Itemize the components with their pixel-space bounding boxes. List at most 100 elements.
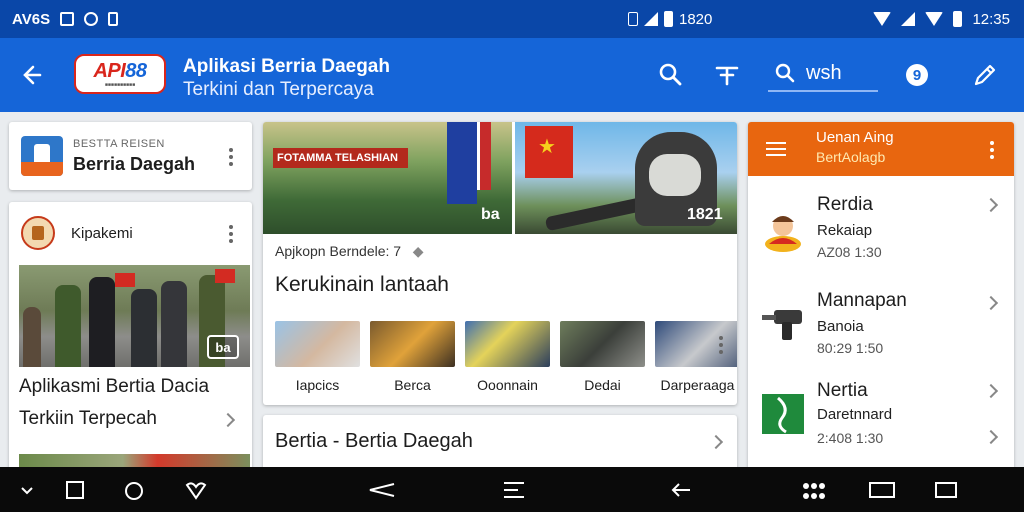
- list-item-time: AZ08 1:30: [817, 244, 882, 260]
- edit-pencil-icon[interactable]: [970, 60, 1000, 90]
- news-source-card[interactable]: BESTTA REISEN Berria Daegah: [9, 122, 252, 190]
- chevron-right-icon[interactable]: [220, 412, 236, 428]
- thumbnail-image: [560, 321, 645, 367]
- thumbnail-image: [275, 321, 360, 367]
- thumbnail-item[interactable]: Ooonnain: [465, 321, 550, 393]
- list-item[interactable]: Mannapan Banoia 80:29 1:50: [748, 280, 1014, 372]
- help-button[interactable]: 9: [902, 60, 932, 90]
- hero-image-right[interactable]: 1821: [515, 122, 737, 234]
- more-options-icon[interactable]: [228, 225, 234, 243]
- list-item-subtitle: Rekaiap: [817, 222, 873, 239]
- status-left-text: AV6S: [12, 10, 51, 28]
- feature-card[interactable]: Kipakemi ba Aplikasmi Bertia Dacia Terki…: [9, 202, 252, 472]
- status-bar: AV6S 1820 12:35: [0, 0, 1024, 38]
- more-options-icon[interactable]: [228, 148, 234, 166]
- chevron-right-icon[interactable]: [708, 434, 724, 450]
- logo-text-a: API: [93, 60, 126, 82]
- thumbnail-image: [465, 321, 550, 367]
- hero-right-tag: 1821: [687, 206, 723, 223]
- status-middle-text: 1820: [679, 10, 713, 28]
- thumbnail-label: Ooonnain: [477, 377, 538, 393]
- news-app-icon: [21, 136, 63, 176]
- status-time: 12:35: [972, 10, 1010, 28]
- battery-icon: [953, 11, 963, 27]
- side-panel: Uenan Aing BertAolagb Rerdia Rekaiap AZ0…: [748, 122, 1014, 470]
- hero-banner-text: FOTAMMA TELASHIAN: [273, 148, 408, 168]
- filter-icon[interactable]: [712, 60, 742, 90]
- organization-name: Kipakemi: [71, 225, 133, 242]
- side-panel-header: Uenan Aing BertAolagb: [748, 122, 1014, 176]
- search-field[interactable]: wsh: [768, 56, 878, 92]
- person-icon: [765, 216, 801, 252]
- bluetooth-icon: [628, 12, 638, 26]
- robot-face: [649, 154, 701, 196]
- back-arrow-icon[interactable]: [18, 60, 48, 90]
- chevron-right-icon[interactable]: [983, 295, 999, 311]
- share-icon[interactable]: ◆: [405, 243, 424, 259]
- back-arrow-icon[interactable]: [670, 481, 692, 499]
- side-header-line1: Uenan Aing: [816, 129, 894, 146]
- logo-text-b: 88: [125, 60, 147, 82]
- assistant-icon[interactable]: [122, 481, 146, 501]
- search-icon[interactable]: [656, 60, 686, 90]
- section-link-title: Bertia - Bertia Daegah: [275, 430, 473, 452]
- thumbnail-image: [655, 321, 737, 367]
- main-news-card[interactable]: FOTAMMA TELASHIAN ba 1821 Apjkopn Bernde…: [263, 122, 737, 405]
- hero-image-left[interactable]: FOTAMMA TELASHIAN ba: [263, 122, 512, 234]
- wifi-icon: [925, 12, 944, 26]
- list-item-subtitle: Daretnnard: [817, 406, 893, 423]
- settings-icon: [84, 12, 99, 26]
- heart-icon[interactable]: [184, 481, 208, 501]
- flag-vietnam: [525, 126, 573, 178]
- chevron-right-icon[interactable]: [983, 197, 999, 213]
- apps-grid-icon[interactable]: [800, 481, 828, 501]
- overview-icon[interactable]: [868, 481, 896, 499]
- app-logo[interactable]: API88 ■■■■■■■■■■: [74, 54, 166, 94]
- signal-icon: [644, 12, 658, 26]
- list-item[interactable]: Rerdia Rekaiap AZ08 1:30: [748, 184, 1014, 276]
- thumbnail-item[interactable]: Iapcics: [275, 321, 360, 393]
- home-icon[interactable]: [502, 481, 526, 499]
- window-icon[interactable]: [934, 481, 958, 499]
- hero-left-tag: ba: [481, 206, 500, 223]
- help-icon: 9: [906, 64, 928, 86]
- news-card-title: Berria Daegah: [73, 154, 196, 174]
- article-source-text: Apjkopn Berndele: 7: [275, 243, 402, 259]
- more-options-icon[interactable]: [718, 336, 724, 354]
- menu-icon[interactable]: [766, 142, 786, 156]
- news-card-subtitle: BESTTA REISEN: [73, 138, 165, 150]
- back-triangle-icon[interactable]: [368, 481, 396, 499]
- list-item-time: 80:29 1:50: [817, 340, 884, 356]
- list-item[interactable]: Nertia Daretnnard 2:408 1:30: [748, 372, 1014, 464]
- drill-icon: [762, 310, 802, 340]
- chevron-right-icon[interactable]: [983, 383, 999, 399]
- thumbnail-label: Iapcics: [295, 377, 340, 393]
- thumbnail-image: [370, 321, 455, 367]
- list-item-title: Rerdia: [817, 194, 873, 215]
- battery-icon: [664, 11, 673, 27]
- signal-icon: [901, 12, 916, 26]
- app-subtitle: Terkini dan Terpercaya: [183, 79, 374, 100]
- article-headline[interactable]: Kerukinain lantaah: [275, 273, 449, 297]
- chevron-right-icon[interactable]: [983, 429, 999, 445]
- list-item-subtitle: Banoia: [817, 318, 864, 335]
- thumbnail-label: Berca: [394, 377, 431, 393]
- list-item-time: 2:408 1:30: [817, 430, 884, 446]
- thumbnail-row: Iapcics Berca Ooonnain Dedai Darperaaga: [275, 321, 737, 393]
- square-recents-icon[interactable]: [66, 481, 84, 499]
- chevron-down-icon[interactable]: [18, 481, 36, 499]
- search-icon: [775, 63, 795, 83]
- search-text: wsh: [806, 61, 842, 84]
- feature-caption-line1: Aplikasmi Bertia Dacia: [19, 376, 210, 397]
- feature-caption-line2: Terkiin Terpecah: [19, 408, 158, 429]
- thumbnail-item[interactable]: Darperaaga: [655, 321, 737, 393]
- wifi-icon: [873, 12, 892, 26]
- list-item-title: Mannapan: [817, 290, 907, 311]
- screenshot-icon: [60, 12, 75, 26]
- thumbnail-item[interactable]: Berca: [370, 321, 455, 393]
- thumbnail-item[interactable]: Dedai: [560, 321, 645, 393]
- flag-blue: [447, 122, 477, 204]
- section-link-card[interactable]: Bertia - Bertia Daegah: [263, 415, 737, 470]
- article-source: Apjkopn Berndele: 7 ◆: [275, 243, 424, 260]
- more-options-icon[interactable]: [989, 141, 995, 159]
